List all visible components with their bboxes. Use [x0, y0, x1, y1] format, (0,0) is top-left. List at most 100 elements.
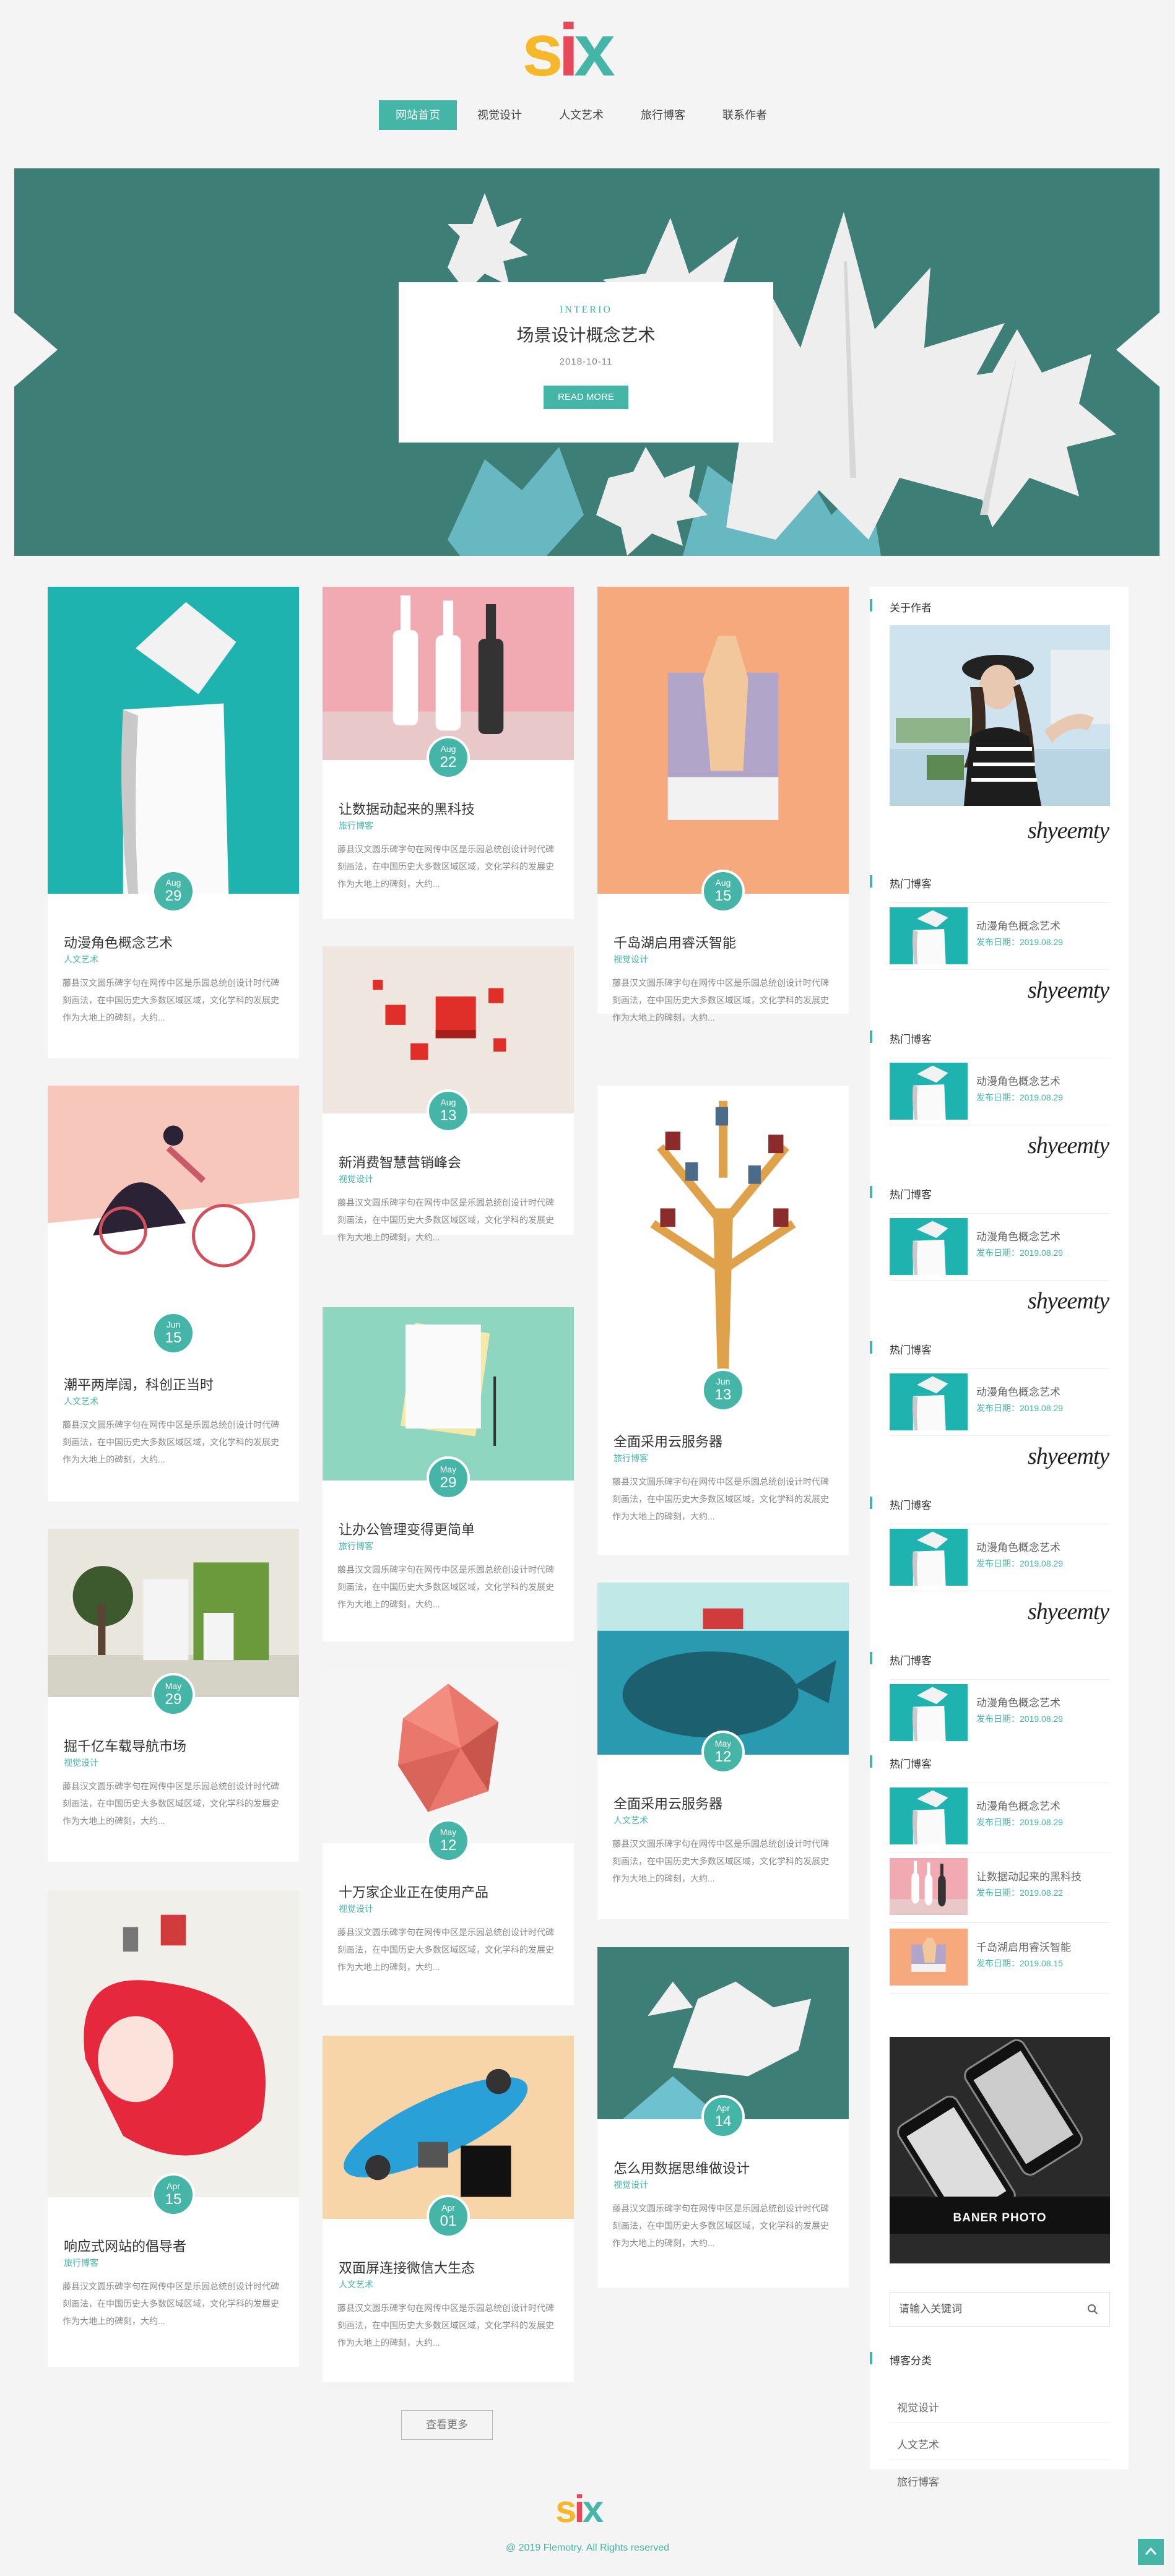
post-title[interactable]: 千岛湖启用睿沃智能: [614, 932, 736, 952]
hot-blog-item[interactable]: 动漫角色概念艺术 发布日期：2019.08.29: [890, 1787, 1110, 1849]
hot-blog-thumbnail[interactable]: [890, 1684, 968, 1741]
post-category[interactable]: 人文艺术: [64, 953, 98, 966]
hot-blog-thumbnail[interactable]: [890, 1858, 968, 1915]
post-category[interactable]: 旅行博客: [339, 819, 373, 832]
post-thumbnail[interactable]: [597, 1086, 849, 1393]
hot-blog-item[interactable]: 动漫角色概念艺术 发布日期：2019.08.29: [890, 1063, 1110, 1125]
post-card[interactable]: Aug 22 让数据动起来的黑科技 旅行博客 藤县汉文圆乐碑字句在网传中区是乐园…: [323, 587, 574, 919]
post-title[interactable]: 让办公管理变得更简单: [339, 1519, 475, 1539]
post-thumbnail[interactable]: [323, 1307, 574, 1480]
post-thumbnail[interactable]: [597, 1947, 849, 2119]
post-card[interactable]: May 12 十万家企业正在使用产品 视觉设计 藤县汉文圆乐碑字句在网传中区是乐…: [323, 1670, 574, 2005]
post-category[interactable]: 视觉设计: [64, 1757, 98, 1769]
hot-blog-item-title[interactable]: 动漫角色概念艺术: [976, 1539, 1060, 1554]
banner-photo[interactable]: [890, 2037, 1110, 2263]
post-title[interactable]: 双面屏连接微信大生态: [339, 2257, 475, 2277]
post-category[interactable]: 视觉设计: [614, 953, 648, 966]
post-title[interactable]: 潮平两岸阔，科创正当时: [64, 1374, 214, 1394]
post-thumbnail[interactable]: [323, 1670, 574, 1843]
post-excerpt: 藤县汉文圆乐碑字句在网传中区是乐园总统创设计时代碑刻画法，在中国历史大多数区域区…: [612, 978, 829, 1022]
nav-item-home[interactable]: 网站首页: [379, 100, 457, 130]
post-card[interactable]: May 12 全面采用云服务器 人文艺术 藤县汉文圆乐碑字句在网传中区是乐园总统…: [597, 1583, 849, 1919]
post-card[interactable]: Aug 29 动漫角色概念艺术 人文艺术 藤县汉文圆乐碑字句在网传中区是乐园总统…: [48, 587, 299, 1058]
post-card[interactable]: Apr 14 怎么用数据思维做设计 视觉设计 藤县汉文圆乐碑字句在网传中区是乐园…: [597, 1947, 849, 2288]
hot-blog-item-title[interactable]: 动漫角色概念艺术: [976, 1228, 1060, 1243]
post-thumbnail[interactable]: [323, 2036, 574, 2219]
hot-blog-thumbnail[interactable]: [890, 1529, 968, 1586]
post-thumbnail[interactable]: [48, 1890, 299, 2197]
post-thumbnail[interactable]: [597, 1583, 849, 1755]
hot-blog-item-title[interactable]: 动漫角色概念艺术: [976, 1797, 1060, 1813]
post-card[interactable]: Jun 13 全面采用云服务器 旅行博客 藤县汉文圆乐碑字句在网传中区是乐园总统…: [597, 1086, 849, 1555]
post-category[interactable]: 人文艺术: [339, 2278, 373, 2291]
post-thumbnail[interactable]: [597, 587, 849, 894]
post-card[interactable]: Aug 15 千岛湖启用睿沃智能 视觉设计 藤县汉文圆乐碑字句在网传中区是乐园总…: [597, 587, 849, 1022]
post-title[interactable]: 响应式网站的倡导者: [64, 2236, 186, 2255]
hot-blog-item[interactable]: 动漫角色概念艺术 发布日期：2019.08.29: [890, 1684, 1110, 1746]
category-humanities-art[interactable]: 人文艺术: [897, 2436, 939, 2452]
post-category[interactable]: 旅行博客: [64, 2257, 98, 2269]
view-more-button[interactable]: 查看更多: [401, 2410, 493, 2440]
post-thumbnail[interactable]: [48, 1529, 299, 1697]
post-card[interactable]: Jun 15 潮平两岸阔，科创正当时 人文艺术 藤县汉文圆乐碑字句在网传中区是乐…: [48, 1086, 299, 1502]
nav-item-contact[interactable]: 联系作者: [706, 100, 784, 130]
hot-blog-item[interactable]: 动漫角色概念艺术 发布日期：2019.08.29: [890, 1373, 1110, 1435]
slider-next-arrow[interactable]: [1116, 313, 1160, 387]
post-card[interactable]: May 29 掘千亿车载导航市场 视觉设计 藤县汉文圆乐碑字句在网传中区是乐园总…: [48, 1529, 299, 1862]
post-card[interactable]: Apr 01 双面屏连接微信大生态 人文艺术 藤县汉文圆乐碑字句在网传中区是乐园…: [323, 2036, 574, 2382]
post-category[interactable]: 视觉设计: [614, 2179, 648, 2191]
hot-blog-item-title[interactable]: 动漫角色概念艺术: [976, 1073, 1060, 1088]
post-title[interactable]: 怎么用数据思维做设计: [614, 2158, 750, 2177]
post-category[interactable]: 旅行博客: [614, 1452, 648, 1464]
search-icon[interactable]: [1087, 2304, 1098, 2315]
post-card[interactable]: Aug 13 新消费智慧营销峰会 视觉设计 藤县汉文圆乐碑字句在网传中区是乐园总…: [323, 946, 574, 1242]
hot-blog-item-title[interactable]: 让数据动起来的黑科技: [976, 1868, 1082, 1883]
hot-blog-item[interactable]: 动漫角色概念艺术 发布日期：2019.08.29: [890, 1218, 1110, 1280]
hot-blog-item[interactable]: 让数据动起来的黑科技 发布日期：2019.08.22: [890, 1858, 1110, 1920]
post-thumbnail[interactable]: [323, 587, 574, 760]
post-card[interactable]: May 29 让办公管理变得更简单 旅行博客 藤县汉文圆乐碑字句在网传中区是乐园…: [323, 1307, 574, 1641]
hot-blog-item-title[interactable]: 千岛湖启用睿沃智能: [976, 1938, 1071, 1954]
post-category[interactable]: 视觉设计: [339, 1173, 373, 1185]
read-more-button[interactable]: READ MORE: [544, 386, 628, 409]
hot-blog-thumbnail[interactable]: [890, 1373, 968, 1430]
search-input[interactable]: [890, 2293, 1076, 2326]
slider-prev-arrow[interactable]: [14, 313, 58, 387]
hot-blog-item[interactable]: 动漫角色概念艺术 发布日期：2019.08.29: [890, 1529, 1110, 1591]
slide-title[interactable]: 场景设计概念艺术: [399, 322, 773, 347]
post-title[interactable]: 动漫角色概念艺术: [64, 932, 173, 952]
post-title[interactable]: 全面采用云服务器: [614, 1793, 722, 1813]
footer-logo[interactable]: six: [555, 2491, 622, 2529]
post-card[interactable]: Apr 15 响应式网站的倡导者 旅行博客 藤县汉文圆乐碑字句在网传中区是乐园总…: [48, 1890, 299, 2367]
category-travel-blog[interactable]: 旅行博客: [897, 2473, 939, 2489]
hot-blog-item-title[interactable]: 动漫角色概念艺术: [976, 1383, 1060, 1399]
hot-blog-thumbnail[interactable]: [890, 1787, 968, 1844]
post-title[interactable]: 十万家企业正在使用产品: [339, 1882, 488, 1901]
hot-blog-item[interactable]: 动漫角色概念艺术 发布日期：2019.08.29: [890, 907, 1110, 969]
back-to-top-button[interactable]: [1138, 2539, 1164, 2565]
hot-blog-thumbnail[interactable]: [890, 1929, 968, 1986]
hot-blog-thumbnail[interactable]: [890, 907, 968, 964]
post-category[interactable]: 视觉设计: [339, 1903, 373, 1915]
post-title[interactable]: 全面采用云服务器: [614, 1431, 722, 1451]
slide-category[interactable]: INTERIO: [399, 305, 773, 316]
post-thumbnail[interactable]: [48, 1086, 299, 1336]
post-category[interactable]: 人文艺术: [64, 1395, 98, 1407]
hot-blog-item-title[interactable]: 动漫角色概念艺术: [976, 1694, 1060, 1709]
nav-item-visual-design[interactable]: 视觉设计: [461, 100, 539, 130]
hot-blog-thumbnail[interactable]: [890, 1218, 968, 1275]
post-category[interactable]: 人文艺术: [614, 1814, 648, 1826]
hot-blog-item[interactable]: 千岛湖启用睿沃智能 发布日期：2019.08.15: [890, 1929, 1110, 1990]
hot-blog-item-title[interactable]: 动漫角色概念艺术: [976, 917, 1060, 933]
nav-item-travel-blog[interactable]: 旅行博客: [624, 100, 702, 130]
post-thumbnail[interactable]: [48, 587, 299, 894]
post-title[interactable]: 新消费智慧营销峰会: [339, 1152, 461, 1172]
post-title[interactable]: 让数据动起来的黑科技: [339, 798, 475, 818]
post-thumbnail[interactable]: [323, 946, 574, 1113]
category-visual-design[interactable]: 视觉设计: [897, 2399, 939, 2414]
post-title[interactable]: 掘千亿车载导航市场: [64, 1735, 186, 1755]
nav-item-humanities-art[interactable]: 人文艺术: [542, 100, 620, 130]
site-logo[interactable]: six: [522, 13, 654, 87]
post-category[interactable]: 旅行博客: [339, 1540, 373, 1552]
hot-blog-thumbnail[interactable]: [890, 1063, 968, 1120]
